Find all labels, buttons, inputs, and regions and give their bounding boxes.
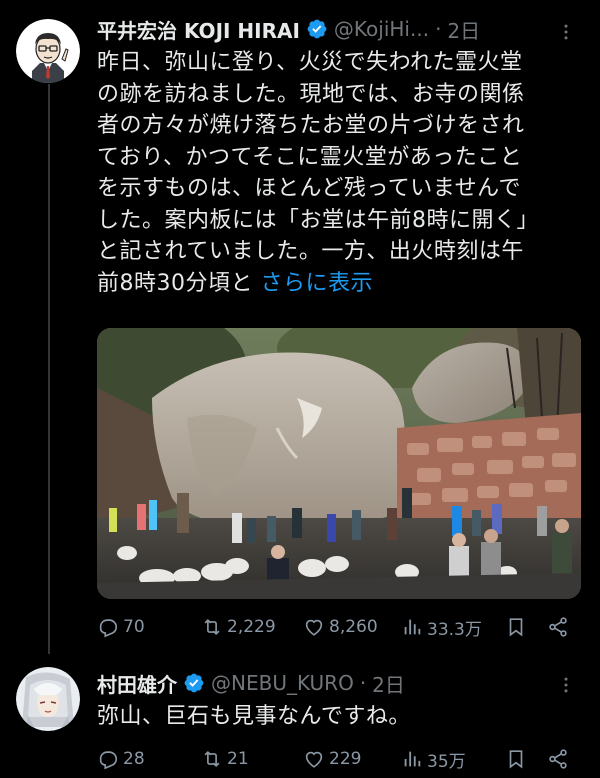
separator-dot: ·	[435, 17, 442, 41]
reply-button[interactable]: 28	[97, 746, 145, 772]
post-body-line: を示すものは、ほとんど残っていませんで	[97, 176, 521, 201]
repost-button[interactable]: 21	[201, 746, 249, 772]
share-icon[interactable]	[547, 616, 569, 638]
post-body-line: の跡を訪ねました。現地では、お寺の関係	[97, 81, 525, 107]
avatar-nebu-kuro[interactable]	[16, 667, 80, 731]
views-button[interactable]: 35万	[401, 746, 466, 772]
post-photo[interactable]	[97, 328, 581, 599]
more-icon[interactable]	[556, 22, 576, 42]
post-nebu-kuro[interactable]: 村田雄介 @NEBU_KURO · 2日 弥山、巨石も見事なんですね。 28 2…	[0, 655, 600, 778]
reply-icon	[99, 751, 118, 770]
like-count: 229	[329, 749, 362, 769]
views-count: 33.3万	[427, 619, 482, 640]
post-body-line: 者の方々が焼け落ちたお堂の片づけをされ	[97, 113, 525, 138]
heart-icon	[305, 751, 323, 768]
post-time[interactable]: 2日	[447, 15, 480, 44]
views-count: 35万	[427, 751, 466, 772]
author-handle[interactable]: @NEBU_KURO	[211, 671, 354, 695]
post-header: 村田雄介 @NEBU_KURO · 2日	[97, 669, 405, 697]
more-icon[interactable]	[556, 675, 576, 695]
bookmark-icon[interactable]	[505, 748, 527, 770]
avatar-koji-hirai[interactable]	[16, 19, 80, 83]
repost-icon	[204, 618, 220, 636]
post-body-line: 前8時30分頃と	[97, 270, 261, 296]
reply-button[interactable]: 70	[97, 614, 145, 640]
post-koji-hirai[interactable]: 平井宏治 KOJI HIRAI @KojiHi... · 2日 昨日、弥山に登り…	[0, 0, 600, 650]
post-actions: 28 21 229 35万	[97, 746, 579, 772]
post-body-line: 昨日、弥山に登り、火災で失われた霊火堂	[97, 50, 523, 75]
reply-count: 28	[123, 749, 145, 769]
post-actions: 70 2,229 8,260 33.3万	[97, 614, 579, 640]
bookmark-icon[interactable]	[505, 616, 527, 638]
author-name[interactable]: 平井宏治 KOJI HIRAI	[97, 15, 300, 44]
views-icon	[404, 751, 421, 767]
post-body: 昨日、弥山に登り、火災で失われた霊火堂 の跡を訪ねました。現地では、お寺の関係 …	[97, 47, 539, 299]
photo-boulders-cleanup	[97, 328, 581, 599]
repost-count: 21	[227, 749, 249, 769]
post-header: 平井宏治 KOJI HIRAI @KojiHi... · 2日	[97, 15, 480, 43]
post-body-line: 弥山、巨石も見事なんですね。	[97, 704, 411, 729]
post-body-line: した。案内板には「お堂は午前8時に開く」	[97, 207, 539, 233]
views-icon	[404, 619, 421, 635]
repost-button[interactable]: 2,229	[201, 614, 276, 640]
heart-icon	[305, 619, 323, 636]
separator-dot: ·	[359, 671, 367, 695]
post-body: 弥山、巨石も見事なんですね。	[97, 701, 411, 733]
verified-badge-icon	[184, 673, 204, 693]
post-time[interactable]: 2日	[372, 669, 405, 698]
show-more-link[interactable]: さらに表示	[261, 271, 374, 296]
repost-icon	[204, 750, 220, 768]
views-button[interactable]: 33.3万	[401, 614, 482, 640]
like-count: 8,260	[329, 617, 378, 637]
reply-count: 70	[123, 617, 145, 637]
post-body-last-line: 前8時30分頃と さらに表示	[97, 268, 539, 300]
author-name[interactable]: 村田雄介	[97, 669, 177, 698]
repost-count: 2,229	[227, 617, 276, 637]
like-button[interactable]: 229	[303, 746, 361, 772]
post-body-line: ており、かつてそこに霊火堂があったこと	[97, 144, 523, 170]
like-button[interactable]: 8,260	[303, 614, 378, 640]
verified-badge-icon	[307, 19, 327, 39]
reply-icon	[99, 619, 118, 638]
author-handle[interactable]: @KojiHi...	[334, 17, 429, 41]
share-icon[interactable]	[547, 748, 569, 770]
post-body-line: と記されていました。一方、出火時刻は午	[97, 239, 524, 264]
